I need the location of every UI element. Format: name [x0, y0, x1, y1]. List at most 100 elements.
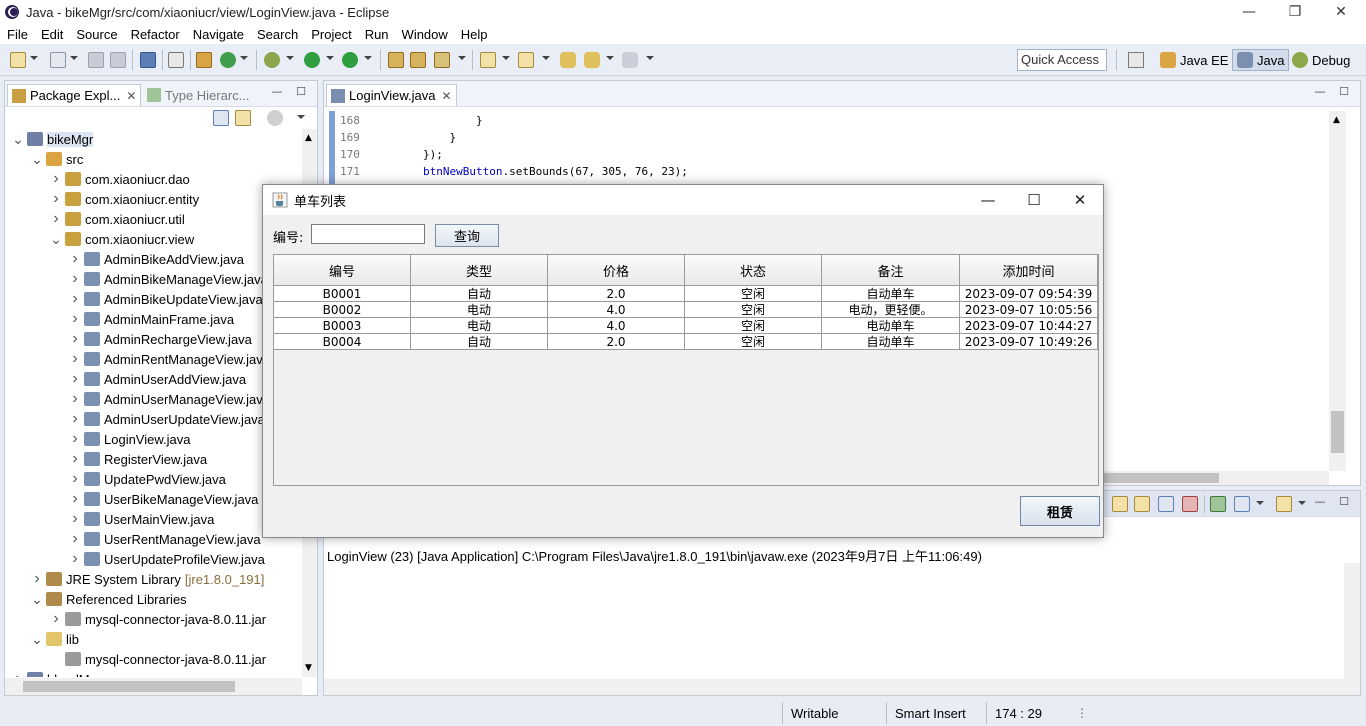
new-class-dropdown-icon[interactable] — [458, 56, 466, 60]
tree-item[interactable]: › JRE System Library [jre1.8.0_191] — [30, 569, 264, 589]
tab-package-explorer[interactable]: Package Expl... ✕ — [7, 84, 142, 106]
run-dropdown-icon[interactable] — [326, 56, 334, 60]
tree-item[interactable]: ⌄ com.xiaoniucr.view — [49, 229, 194, 249]
chevron-right-icon[interactable]: › — [68, 270, 82, 288]
quick-access-field[interactable]: Quick Access — [1017, 49, 1107, 71]
menu-project[interactable]: Project — [304, 27, 357, 42]
minimize-button[interactable]: — — [1226, 0, 1272, 24]
console-vertical-scrollbar[interactable] — [1344, 563, 1360, 695]
chevron-right-icon[interactable]: › — [68, 410, 82, 428]
editor-vscroll-thumb[interactable] — [1331, 411, 1344, 453]
tree-item[interactable]: › UserBikeManageView.java — [68, 489, 258, 509]
tree-item[interactable]: › AdminUserManageView.java — [68, 389, 270, 409]
console-icon[interactable] — [140, 52, 156, 68]
next-annotation-dropdown-icon[interactable] — [502, 56, 510, 60]
column-header[interactable]: 状态 — [685, 255, 822, 286]
tree-item[interactable]: ⌄ src — [30, 149, 83, 169]
tab-type-hierarchy[interactable]: Type Hierarc... — [143, 84, 254, 106]
debug-dropdown-icon[interactable] — [286, 56, 294, 60]
tree-item[interactable]: › AdminUserAddView.java — [68, 369, 246, 389]
tree-item[interactable]: mysql-connector-java-8.0.11.jar — [49, 649, 266, 669]
chevron-right-icon[interactable]: › — [68, 370, 82, 388]
save-icon[interactable] — [88, 52, 104, 68]
console-icon-3[interactable] — [1158, 496, 1174, 512]
refresh-icon[interactable] — [220, 52, 236, 68]
maximize-console-icon[interactable]: ☐ — [1338, 496, 1350, 508]
new-icon[interactable] — [10, 52, 26, 68]
back-icon[interactable] — [584, 52, 600, 68]
tree-item[interactable]: › UserMainView.java — [68, 509, 214, 529]
table-row[interactable]: B0004 自动 2.0 空闲 自动单车 2023-09-07 10:49:26 — [274, 334, 1098, 350]
close-tab-icon[interactable]: ✕ — [442, 89, 452, 103]
tree-item[interactable]: › UpdatePwdView.java — [68, 469, 226, 489]
refresh-dropdown-icon[interactable] — [240, 56, 248, 60]
menu-file[interactable]: File — [0, 27, 34, 42]
forward-icon[interactable] — [622, 52, 638, 68]
focus-icon[interactable] — [267, 110, 283, 126]
minimize-editor-icon[interactable]: — — [1314, 86, 1326, 98]
console-horizontal-scrollbar[interactable] — [324, 679, 1344, 695]
dialog-minimize-button[interactable]: — — [965, 185, 1011, 215]
tree-item[interactable]: › AdminBikeManageView.java — [68, 269, 267, 289]
table-row[interactable]: B0002 电动 4.0 空闲 电动，更轻便。 2023-09-07 10:05:56 — [274, 302, 1098, 318]
save-all-icon[interactable] — [110, 52, 126, 68]
perspective-debug[interactable]: Debug — [1288, 49, 1354, 71]
view-menu-icon[interactable] — [297, 115, 305, 119]
chevron-right-icon[interactable]: › — [30, 570, 44, 588]
tree-horizontal-scrollbar[interactable] — [5, 678, 302, 695]
chevron-right-icon[interactable]: › — [68, 330, 82, 348]
external-tools-dropdown-icon[interactable] — [364, 56, 372, 60]
chevron-right-icon[interactable]: › — [68, 350, 82, 368]
menu-help[interactable]: Help — [454, 27, 494, 42]
scroll-down-icon[interactable]: ▼ — [305, 663, 312, 673]
last-edit-location-icon[interactable] — [560, 52, 576, 68]
tree-item[interactable]: › UserUpdateProfileView.java — [68, 549, 265, 569]
editor-vertical-scrollbar[interactable]: ▲ — [1329, 111, 1346, 471]
query-button[interactable]: 查询 — [435, 224, 499, 247]
debug-icon[interactable] — [264, 52, 280, 68]
new-java-project-icon[interactable] — [388, 52, 404, 68]
status-menu-icon[interactable]: ⋮ — [1076, 706, 1088, 720]
menu-edit[interactable]: Edit — [34, 27, 69, 42]
menu-navigate[interactable]: Navigate — [186, 27, 250, 42]
tree-item[interactable]: › AdminRentManageView.java — [68, 349, 270, 369]
close-tab-icon[interactable]: ✕ — [126, 89, 136, 103]
tree-item[interactable]: › com.xiaoniucr.entity — [49, 189, 199, 209]
tree-item[interactable]: › com.xiaoniucr.dao — [49, 169, 189, 189]
previous-annotation-dropdown-icon[interactable] — [542, 56, 550, 60]
previous-annotation-icon[interactable] — [518, 52, 534, 68]
tree-item[interactable]: › mysql-connector-java-8.0.11.jar — [49, 609, 266, 629]
table-row[interactable]: B0001 自动 2.0 空闲 自动单车 2023-09-07 09:54:39 — [274, 286, 1098, 302]
tree-item[interactable]: › AdminBikeUpdateView.java — [68, 289, 262, 309]
menu-search[interactable]: Search — [250, 27, 304, 42]
forward-dropdown-icon[interactable] — [646, 56, 654, 60]
chevron-right-icon[interactable]: › — [68, 430, 82, 448]
collapse-all-icon[interactable] — [213, 110, 229, 126]
open-type-icon[interactable] — [196, 52, 212, 68]
scroll-up-icon[interactable]: ▲ — [1333, 115, 1340, 125]
open-console-icon[interactable] — [1276, 496, 1292, 512]
perspective-java[interactable]: Java — [1232, 49, 1290, 71]
scroll-up-icon[interactable]: ▲ — [305, 133, 312, 143]
tree-item[interactable]: › com.xiaoniucr.util — [49, 209, 184, 229]
column-header[interactable]: 类型 — [411, 255, 548, 286]
menu-source[interactable]: Source — [69, 27, 123, 42]
back-dropdown-icon[interactable] — [606, 56, 614, 60]
tree-item[interactable]: › RegisterView.java — [68, 449, 207, 469]
dialog-close-button[interactable]: ✕ — [1057, 185, 1103, 215]
next-annotation-icon[interactable] — [480, 52, 496, 68]
chevron-right-icon[interactable]: › — [11, 670, 25, 677]
pin-console-icon[interactable] — [1210, 496, 1226, 512]
chevron-right-icon[interactable]: › — [68, 530, 82, 548]
chevron-right-icon[interactable]: › — [49, 190, 63, 208]
open-perspective-button[interactable] — [1124, 49, 1152, 71]
chevron-right-icon[interactable]: › — [68, 510, 82, 528]
tree-item[interactable]: ⌄ Referenced Libraries — [30, 589, 187, 609]
maximize-view-icon[interactable]: ☐ — [295, 86, 307, 98]
maximize-editor-icon[interactable]: ☐ — [1338, 86, 1350, 98]
console-icon-1[interactable] — [1112, 496, 1128, 512]
perspective-java-ee[interactable]: Java EE — [1156, 49, 1232, 71]
display-console-icon[interactable] — [1234, 496, 1250, 512]
table-row[interactable]: B0003 电动 4.0 空闲 电动单车 2023-09-07 10:44:27 — [274, 318, 1098, 334]
console-icon-2[interactable] — [1134, 496, 1150, 512]
